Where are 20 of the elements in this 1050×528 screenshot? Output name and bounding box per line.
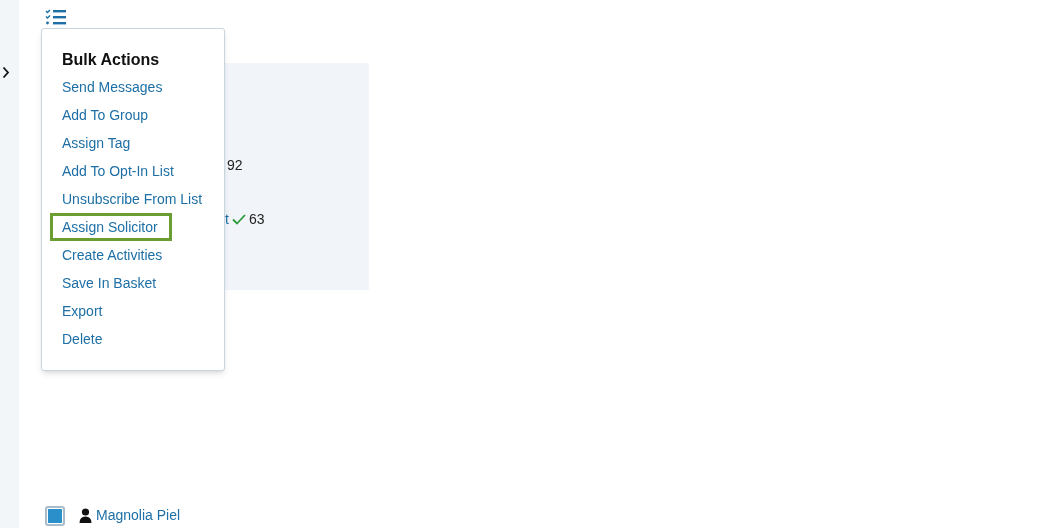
person-icon	[79, 508, 92, 523]
menu-item[interactable]: Add To Opt-In List	[50, 157, 216, 185]
menu-item[interactable]: Create Activities	[50, 241, 216, 269]
menu-title: Bulk Actions	[62, 50, 161, 70]
chevron-right-icon[interactable]	[2, 66, 10, 79]
menu-item[interactable]: Delete	[50, 325, 216, 353]
menu-item[interactable]: Send Messages	[50, 73, 216, 101]
check-icon	[231, 214, 246, 225]
checkbox[interactable]	[45, 505, 65, 526]
count-text: 92	[227, 156, 244, 175]
checklist-icon[interactable]	[45, 9, 66, 25]
menu-item[interactable]: Save In Basket	[50, 269, 216, 297]
count-text: 63	[248, 210, 265, 229]
label-text: t	[225, 210, 229, 229]
contact-link[interactable]: Magnolia Piel	[96, 505, 181, 526]
menu-item[interactable]: Unsubscribe From List	[50, 185, 216, 213]
menu-item[interactable]: Assign Tag	[50, 129, 216, 157]
menu-item[interactable]: Add To Group	[50, 101, 216, 129]
menu-item[interactable]: Export	[50, 297, 216, 325]
menu-item[interactable]: Assign Solicitor	[50, 213, 172, 241]
